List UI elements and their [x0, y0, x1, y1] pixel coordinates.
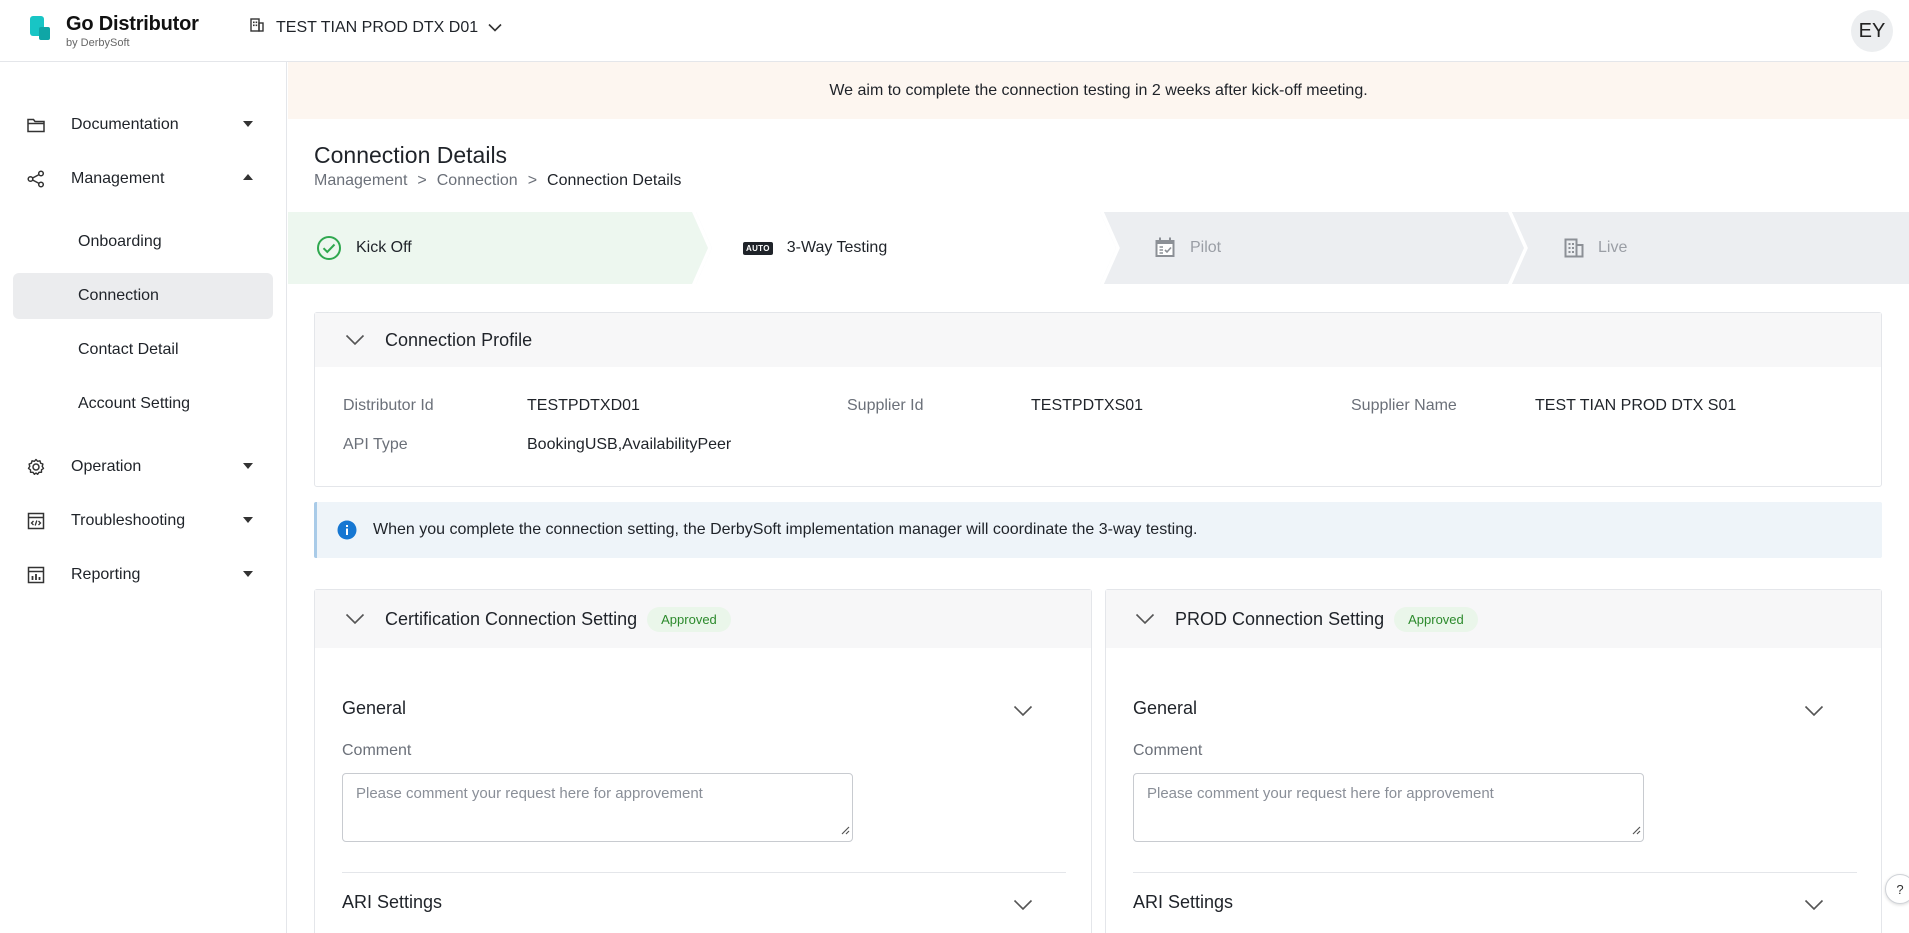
comment-label: Comment [1133, 742, 1203, 759]
stepper-chevrons [288, 212, 1909, 284]
step-label: Kick Off [356, 239, 412, 256]
main-content: We aim to complete the connection testin… [288, 62, 1909, 933]
caret-up-icon [243, 174, 253, 180]
calendar-check-icon [1154, 237, 1176, 259]
breadcrumb-link-connection[interactable]: Connection [437, 172, 518, 190]
field-supplier-name: Supplier Name TEST TIAN PROD DTX S01 [1351, 397, 1737, 414]
auto-badge-icon: AUTO [743, 241, 773, 255]
step-kick-off[interactable]: Kick Off [316, 212, 412, 284]
breadcrumb-current: Connection Details [547, 172, 682, 189]
caret-down-icon [243, 517, 253, 523]
connection-profile-header[interactable]: Connection Profile [315, 313, 1881, 367]
step-live[interactable]: Live [1564, 212, 1627, 284]
chevron-down-icon[interactable] [1013, 898, 1033, 916]
certification-setting-header[interactable]: Certification Connection Setting Approve… [315, 590, 1091, 648]
breadcrumb: Management > Connection > Connection Det… [314, 172, 691, 190]
app-logo[interactable]: Go Distributor by DerbySoft [30, 14, 199, 49]
prod-setting-card: PROD Connection Setting Approved General… [1105, 589, 1882, 933]
caret-down-icon [243, 121, 253, 127]
tenant-selector[interactable]: TEST TIAN PROD DTX D01 [250, 18, 502, 37]
sidebar-item-documentation[interactable]: Documentation [13, 102, 273, 148]
prod-setting-header[interactable]: PROD Connection Setting Approved [1106, 590, 1881, 648]
comment-textarea[interactable]: Please comment your request here for app… [1133, 773, 1644, 842]
notice-banner: We aim to complete the connection testin… [288, 62, 1909, 119]
comment-placeholder: Please comment your request here for app… [356, 785, 703, 802]
field-supplier-id: Supplier Id TESTPDTXS01 [847, 397, 1144, 414]
info-callout: When you complete the connection setting… [314, 502, 1882, 558]
chevron-down-icon[interactable] [1804, 898, 1824, 916]
building-icon [250, 18, 264, 37]
step-label: Live [1598, 239, 1628, 256]
chevron-down-icon [488, 19, 502, 37]
card-title: Connection Profile [385, 329, 533, 350]
step-label: Pilot [1190, 239, 1222, 256]
status-badge: Approved [647, 606, 731, 632]
help-button[interactable]: ? [1885, 874, 1909, 904]
resize-grip-icon[interactable] [1632, 822, 1641, 839]
breadcrumb-link-management[interactable]: Management [314, 172, 407, 190]
report-chart-icon [27, 566, 47, 584]
tenant-name: TEST TIAN PROD DTX D01 [276, 18, 479, 36]
sidebar-item-operation[interactable]: Operation [13, 444, 273, 490]
chevron-down-icon[interactable] [1013, 704, 1033, 722]
comment-textarea[interactable]: Please comment your request here for app… [342, 773, 853, 842]
page-title: Connection Details [314, 142, 508, 168]
certification-setting-card: Certification Connection Setting Approve… [314, 589, 1092, 933]
card-title: PROD Connection Setting [1175, 608, 1385, 629]
section-general-title: General [342, 698, 407, 718]
section-general-title: General [1133, 698, 1198, 718]
status-badge: Approved [1394, 606, 1478, 632]
user-avatar[interactable]: EY [1851, 10, 1893, 52]
sidebar-item-connection[interactable]: Connection [13, 273, 273, 319]
step-label: 3-Way Testing [786, 239, 888, 256]
connection-profile-card: Connection Profile Distributor Id TESTPD… [314, 312, 1882, 487]
sidebar-item-management[interactable]: Management [13, 156, 273, 202]
breadcrumb-separator: > [417, 172, 427, 189]
app-byline: by DerbySoft [66, 37, 130, 49]
sidebar-item-label: Operation [71, 458, 142, 475]
top-bar: Go Distributor by DerbySoft TEST TIAN PR… [0, 0, 1909, 62]
sidebar-item-label: Management [71, 170, 165, 187]
sidebar-item-account-setting[interactable]: Account Setting [13, 381, 273, 427]
section-ari-title: ARI Settings [1133, 892, 1234, 912]
sidebar-item-troubleshooting[interactable]: Troubleshooting [13, 498, 273, 544]
caret-down-icon [243, 463, 253, 469]
chevron-down-icon [1135, 613, 1155, 625]
sidebar: Documentation Management Onboarding Conn… [0, 62, 287, 933]
resize-grip-icon[interactable] [841, 822, 850, 839]
progress-stepper: Kick Off AUTO 3-Way Testing Pilot Live [288, 212, 1909, 284]
code-window-icon [27, 512, 47, 530]
info-icon [337, 520, 357, 540]
comment-label: Comment [342, 742, 412, 759]
gear-icon [27, 458, 47, 476]
logo-mark-icon [30, 16, 52, 42]
field-distributor-id: Distributor Id TESTPDTXD01 [343, 397, 640, 414]
field-api-type: API Type BookingUSB,AvailabilityPeer [343, 436, 732, 453]
chevron-down-icon[interactable] [1804, 704, 1824, 722]
sidebar-item-label: Troubleshooting [71, 512, 186, 529]
sidebar-item-onboarding[interactable]: Onboarding [13, 219, 273, 265]
caret-down-icon [243, 571, 253, 577]
check-circle-icon [316, 235, 342, 261]
card-title: Certification Connection Setting [385, 608, 638, 629]
section-ari-title: ARI Settings [342, 892, 443, 912]
chevron-down-icon [345, 613, 365, 625]
sidebar-item-label: Reporting [71, 566, 141, 583]
step-pilot[interactable]: Pilot [1154, 212, 1221, 284]
app-name: Go Distributor [66, 13, 199, 35]
comment-placeholder: Please comment your request here for app… [1147, 785, 1494, 802]
share-icon [27, 170, 47, 188]
folder-icon [27, 117, 47, 133]
breadcrumb-separator: > [527, 172, 538, 189]
step-3-way-testing[interactable]: AUTO 3-Way Testing [743, 212, 887, 284]
info-text: When you complete the connection setting… [373, 521, 1198, 538]
sidebar-item-contact-detail[interactable]: Contact Detail [13, 327, 273, 373]
section-divider [342, 872, 1066, 873]
sidebar-item-label: Documentation [71, 116, 179, 133]
section-divider [1133, 872, 1857, 873]
help-icon: ? [1896, 881, 1904, 897]
chevron-down-icon [345, 334, 365, 346]
building-icon [1564, 238, 1584, 258]
sidebar-item-reporting[interactable]: Reporting [13, 552, 273, 598]
